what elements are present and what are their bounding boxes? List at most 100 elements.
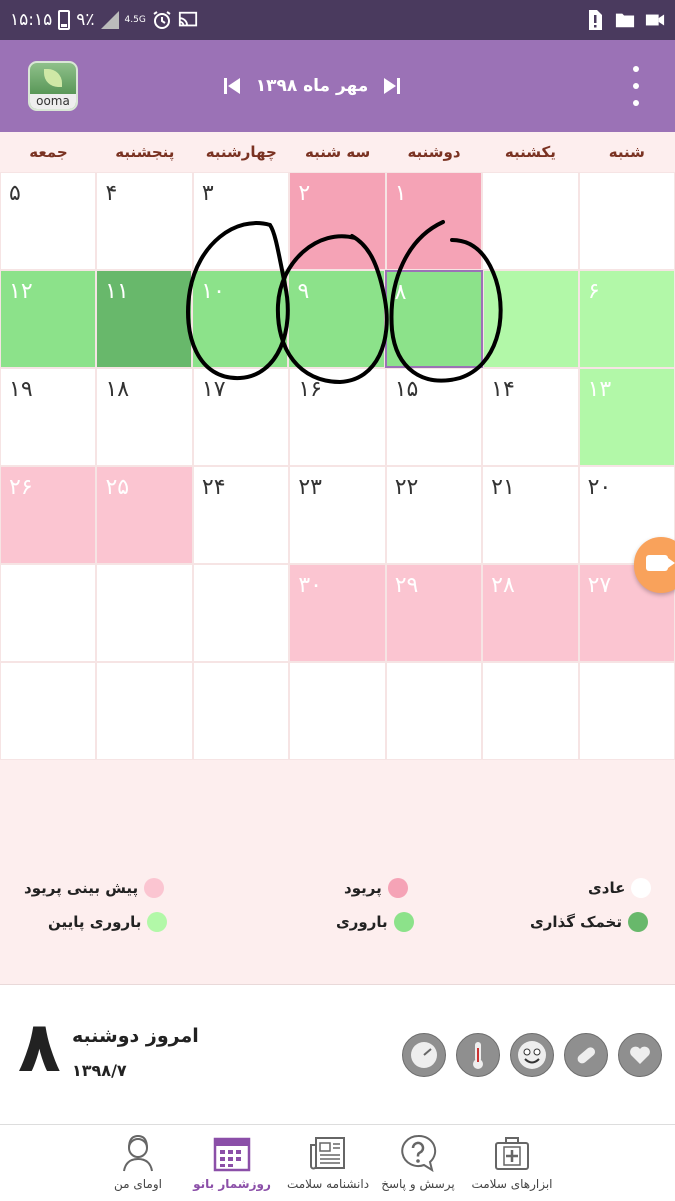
legend-dot-period-forecast	[144, 878, 165, 898]
calendar-grid: ۱ ۲ ۳ ۴ ۵ ۶ ۸ ۹ ۱۰ ۱۱ ۱۲ ۱۳ ۱۴ ۱۵ ۱۶ ۱۷ ۱۸ ۱۹ ۲۰ ۲۱ ۲۲ ۲۳ ۲۴ ۲۵…	[0, 172, 675, 760]
day-number: ۲۶	[9, 475, 33, 500]
calendar-empty-cell	[482, 270, 579, 368]
calendar-week-row	[0, 662, 675, 760]
video-icon	[645, 10, 665, 30]
legend: عادی پریود پیش بینی پریود تخمک گذاری بار…	[0, 866, 675, 956]
day-number: ۱۱	[105, 279, 129, 304]
heart-icon	[630, 1046, 650, 1064]
calendar-day[interactable]: ۱۹	[0, 368, 97, 466]
battery-icon	[58, 10, 71, 30]
menu-dot	[633, 83, 639, 89]
calendar-day[interactable]: ۱۲	[0, 270, 97, 368]
nav-my-ooma[interactable]: اومای من	[100, 1125, 176, 1201]
temperature-button[interactable]	[456, 1033, 500, 1077]
prev-month-button[interactable]	[224, 77, 240, 95]
calendar-day[interactable]: ۱۴	[482, 368, 579, 466]
today-card: ۸ امروز دوشنبه ۱۳۹۸/۷	[0, 984, 675, 1126]
status-bar: ۱۵:۱۵ ۹٪ 4.5G	[0, 0, 675, 40]
calendar-day[interactable]: ۲	[289, 172, 386, 270]
legend-period: پریود	[344, 878, 408, 898]
heart-button[interactable]	[618, 1033, 662, 1077]
calendar-day[interactable]: ۴	[96, 172, 193, 270]
question-icon	[396, 1131, 440, 1175]
day-number: ۲۰	[587, 475, 612, 500]
weekday-label: چهارشنبه	[205, 143, 277, 161]
menu-dot	[633, 100, 639, 106]
calendar-day[interactable]: ۲۵	[96, 466, 193, 564]
calendar-day[interactable]: ۲۴	[192, 466, 290, 564]
thermometer-icon	[473, 1042, 483, 1069]
cast-icon	[178, 10, 198, 30]
sim-alert-icon	[585, 10, 605, 30]
weight-scale-button[interactable]	[402, 1033, 446, 1077]
calendar-day[interactable]: ۳	[192, 172, 290, 270]
day-number: ۱	[394, 181, 407, 206]
legend-label: پریود	[344, 879, 382, 897]
calendar-day[interactable]: ۲۶	[0, 466, 97, 564]
woman-icon	[116, 1131, 160, 1175]
overflow-menu-button[interactable]	[624, 66, 648, 106]
day-number: ۱۹	[9, 377, 33, 402]
day-number: ۱۲	[9, 279, 33, 304]
weekday-label: دوشنبه	[407, 143, 461, 161]
calendar-day[interactable]: ۲۳	[289, 466, 386, 564]
calendar-day[interactable]: ۶	[578, 270, 675, 368]
nav-calendar[interactable]: روزشمار بانو	[190, 1125, 274, 1201]
pill-icon	[577, 1047, 596, 1064]
calendar-day[interactable]: ۱۰	[192, 270, 289, 368]
ooma-logo[interactable]: ooma	[28, 61, 78, 111]
calendar-day[interactable]: ۳۰	[289, 564, 386, 662]
menu-dot	[633, 66, 639, 72]
skip-previous-icon	[224, 78, 240, 94]
mood-button[interactable]	[510, 1033, 554, 1077]
calendar-day[interactable]: ۱۸	[96, 368, 193, 466]
calendar-day[interactable]: ۱۶	[289, 368, 386, 466]
next-month-button[interactable]	[384, 77, 400, 95]
day-number: ۲۸	[491, 573, 515, 598]
day-number: ۱۷	[201, 377, 226, 402]
weekday-label: سه شنبه	[305, 143, 371, 161]
pill-button[interactable]	[564, 1033, 608, 1077]
calendar-day-today[interactable]: ۸	[384, 270, 483, 368]
calendar-day[interactable]: ۲۸	[482, 564, 579, 662]
calendar-week-row: ۶ ۸ ۹ ۱۰ ۱۱ ۱۲	[0, 270, 675, 368]
bottom-navigation: اومای من روزشمار بانو دانشنامه سلامت پرس…	[0, 1124, 675, 1201]
calendar-week-row: ۱ ۲ ۳ ۴ ۵	[0, 172, 675, 270]
calendar-week-row: ۲۷ ۲۸ ۲۹ ۳۰	[0, 564, 675, 662]
legend-normal: عادی	[588, 878, 652, 898]
calendar-day[interactable]: ۱۵	[385, 368, 483, 466]
nav-questions[interactable]: پرسش و پاسخ	[376, 1125, 460, 1201]
weekday-label: پنجشنبه	[115, 143, 175, 161]
calendar-empty-cell	[96, 662, 193, 760]
nav-health-tools[interactable]: ابزارهای سلامت	[464, 1125, 560, 1201]
calendar-day[interactable]: ۱۱	[96, 270, 193, 368]
nav-health-encyclopedia[interactable]: دانشنامه سلامت	[280, 1125, 376, 1201]
day-number: ۳	[201, 181, 214, 206]
calendar-day[interactable]: ۱	[385, 172, 483, 270]
legend-ovulation: تخمک گذاری	[530, 912, 648, 932]
calendar-empty-cell	[578, 172, 675, 270]
calendar-empty-cell	[0, 662, 97, 760]
calendar-icon	[210, 1131, 254, 1175]
status-right	[585, 0, 665, 40]
nav-label: اومای من	[114, 1177, 162, 1191]
legend-dot-normal	[631, 878, 652, 898]
calendar-empty-cell	[0, 564, 97, 662]
calendar-day[interactable]: ۱۳	[578, 368, 675, 466]
weekday-label: جمعه	[29, 143, 68, 161]
calendar-day[interactable]: ۲۲	[385, 466, 483, 564]
battery-percent: ۹٪	[76, 10, 95, 30]
day-number: ۶	[587, 279, 600, 304]
weekday-header: شنبه یکشنبه دوشنبه سه شنبه چهارشنبه پنجش…	[0, 132, 675, 172]
calendar-day[interactable]: ۹	[288, 270, 385, 368]
calendar-day[interactable]: ۲۹	[385, 564, 483, 662]
calendar-empty-cell	[482, 172, 579, 270]
calendar-day[interactable]: ۱۷	[192, 368, 290, 466]
day-number: ۱۶	[298, 377, 322, 402]
calendar-day[interactable]: ۵	[0, 172, 97, 270]
legend-label: باروری پایین	[48, 913, 142, 931]
day-number: ۱۴	[491, 377, 515, 402]
calendar-day[interactable]: ۲۱	[482, 466, 579, 564]
day-number: ۲۵	[105, 475, 130, 500]
calendar-empty-cell	[96, 564, 193, 662]
